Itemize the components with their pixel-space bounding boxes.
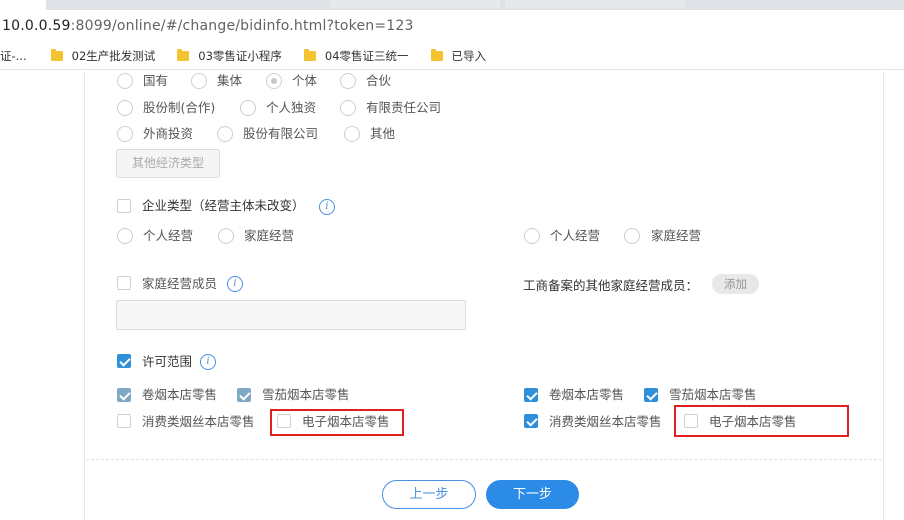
enterprise-type-label: 企业类型（经营主体未改变）	[142, 198, 305, 213]
cigar-retail-checkbox[interactable]	[237, 388, 251, 402]
radio-label: 外商投资	[143, 126, 194, 141]
url-host: 10.0.0.59	[2, 18, 71, 34]
cigarette-retail-checkbox[interactable]	[117, 388, 131, 402]
radio-label: 集体	[217, 73, 243, 88]
radio-label: 合伙	[366, 73, 392, 88]
radio-label: 股份制(合作)	[143, 100, 216, 115]
radio-collective[interactable]	[191, 73, 207, 89]
family-members-input[interactable]	[116, 300, 466, 330]
bookmarks-bar: 证-... 02生产批发测试 03零售证小程序 04零售证三统一 已导入	[0, 42, 904, 70]
radio-personal-business[interactable]	[117, 228, 133, 244]
registered-family-members-label: 工商备案的其他家庭经营成员：	[523, 278, 699, 293]
add-button[interactable]: 添加	[712, 274, 759, 294]
checkbox-label: 雪茄烟本店零售	[262, 387, 350, 402]
previous-step-button[interactable]: 上一步	[382, 480, 476, 509]
family-members-label: 家庭经营成员	[142, 276, 218, 291]
radio-llc[interactable]	[340, 100, 356, 116]
bookmark-item[interactable]: 02生产批发测试	[50, 48, 155, 64]
cigarette-retail-registered-checkbox[interactable]	[524, 388, 538, 402]
tab[interactable]	[505, 0, 685, 8]
radio-label: 其他	[370, 126, 396, 141]
checkbox-label: 消费类烟丝本店零售	[142, 414, 255, 429]
checkbox-label: 消费类烟丝本店零售	[549, 414, 662, 429]
radio-state-owned[interactable]	[117, 73, 133, 89]
family-members-checkbox[interactable]	[117, 276, 131, 290]
radio-personal-business-registered[interactable]	[524, 228, 540, 244]
bookmark-item[interactable]: 证-...	[0, 48, 27, 64]
bookmark-item[interactable]: 03零售证小程序	[177, 48, 282, 64]
radio-sole-proprietor[interactable]	[240, 100, 256, 116]
radio-partnership[interactable]	[340, 73, 356, 89]
address-bar[interactable]: 10.0.0.59:8099/online/#/change/bidinfo.h…	[0, 10, 904, 42]
browser-tab-strip	[0, 0, 904, 10]
checkbox-label: 雪茄烟本店零售	[669, 387, 757, 402]
radio-label: 有限责任公司	[366, 100, 442, 115]
license-scope-checkbox[interactable]	[117, 354, 131, 368]
radio-label: 个人独资	[266, 100, 317, 115]
radio-other[interactable]	[344, 126, 360, 142]
radio-joint-stock-ltd[interactable]	[217, 126, 233, 142]
active-tab[interactable]	[0, 0, 46, 10]
cut-tobacco-retail-checkbox[interactable]	[117, 414, 131, 428]
radio-label: 个人经营	[143, 228, 194, 243]
cut-tobacco-retail-registered-checkbox[interactable]	[524, 414, 538, 428]
bookmark-item[interactable]: 04零售证三统一	[303, 48, 409, 64]
radio-label: 个体	[292, 73, 318, 88]
highlight-box	[674, 405, 849, 437]
info-icon[interactable]: i	[200, 354, 216, 370]
radio-label: 股份有限公司	[243, 126, 319, 141]
radio-label: 国有	[143, 73, 169, 88]
form-panel	[84, 71, 884, 520]
tab[interactable]	[330, 0, 500, 8]
radio-label: 家庭经营	[651, 228, 702, 243]
checkbox-label: 卷烟本店零售	[142, 387, 218, 402]
radio-individual[interactable]	[266, 73, 282, 89]
folder-icon	[303, 48, 316, 61]
info-icon[interactable]: i	[227, 276, 243, 292]
section-divider	[86, 459, 882, 460]
radio-joint-stock-coop[interactable]	[117, 100, 133, 116]
bookmark-item[interactable]: 已导入	[430, 48, 486, 64]
radio-label: 家庭经营	[244, 228, 295, 243]
license-scope-label: 许可范围	[142, 354, 193, 369]
folder-icon	[177, 48, 190, 61]
folder-icon	[50, 48, 63, 61]
radio-label: 个人经营	[550, 228, 601, 243]
checkbox-label: 卷烟本店零售	[549, 387, 625, 402]
radio-family-business[interactable]	[218, 228, 234, 244]
next-step-button[interactable]: 下一步	[486, 480, 579, 509]
info-icon[interactable]: i	[319, 199, 335, 215]
radio-foreign-investment[interactable]	[117, 126, 133, 142]
radio-family-business-registered[interactable]	[624, 228, 640, 244]
enterprise-type-checkbox[interactable]	[117, 199, 131, 213]
url-path: :8099/online/#/change/bidinfo.html?token…	[70, 18, 414, 34]
other-economy-type-input[interactable]: 其他经济类型	[116, 149, 220, 178]
folder-icon	[430, 48, 443, 61]
cigar-retail-registered-checkbox[interactable]	[644, 388, 658, 402]
highlight-box	[270, 409, 404, 436]
